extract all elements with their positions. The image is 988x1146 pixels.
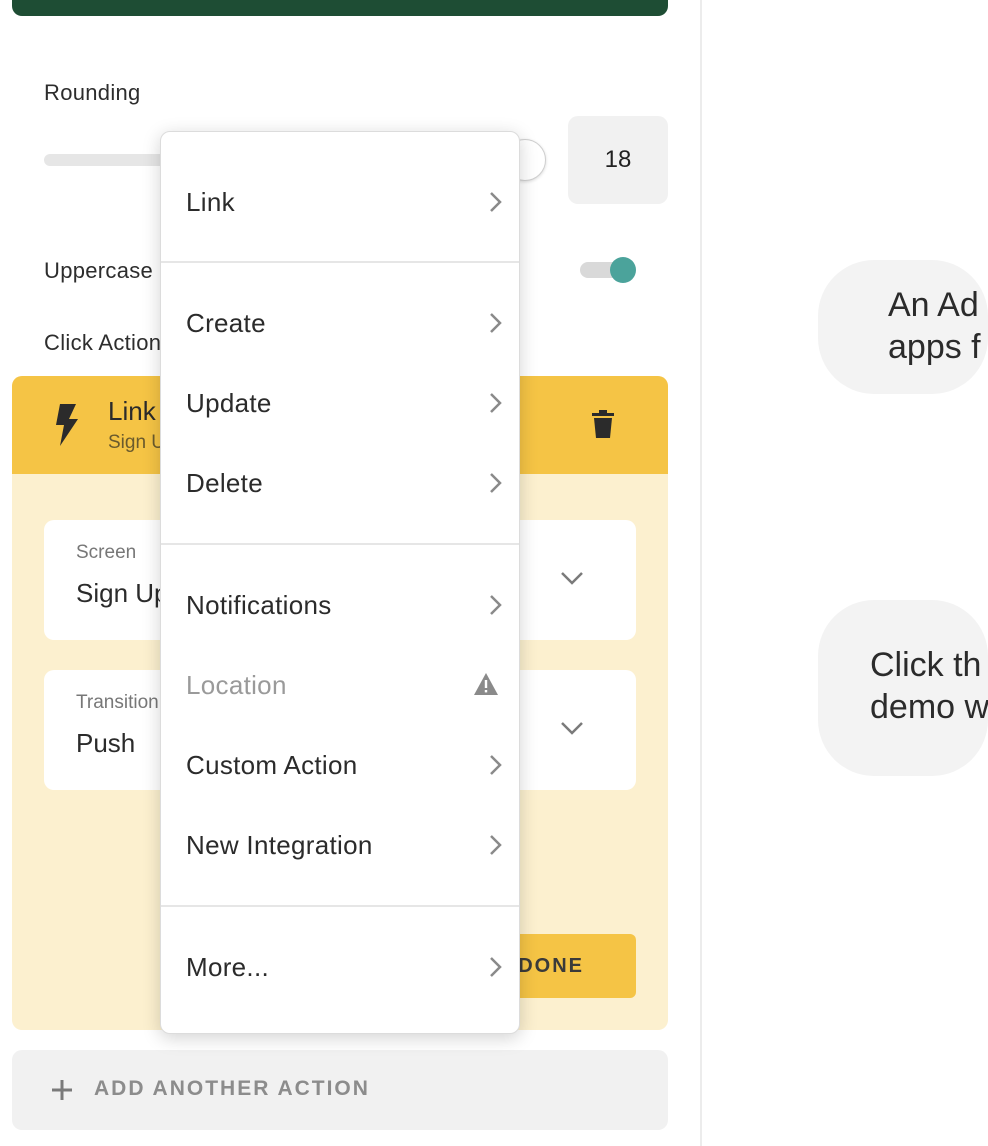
menu-item-label: More... <box>186 952 270 982</box>
menu-item-update[interactable]: Update <box>161 373 519 433</box>
warning-icon <box>474 673 498 695</box>
uppercase-toggle-knob[interactable] <box>610 257 636 283</box>
tooltip-line-1: An Ad <box>888 286 979 324</box>
add-another-action-button[interactable]: ADD ANOTHER ACTION <box>12 1050 668 1130</box>
tooltip-line-1: Click th <box>870 646 982 684</box>
tooltip-line-2: demo w <box>870 688 988 726</box>
click-actions-label: Click Actions <box>44 330 173 355</box>
trash-icon[interactable] <box>592 410 614 438</box>
menu-item-label: Update <box>186 388 272 418</box>
menu-item-custom-action[interactable]: Custom Action <box>161 735 519 795</box>
chevron-right-icon <box>490 192 502 212</box>
rounding-value-input[interactable]: 18 <box>568 116 668 204</box>
chevron-right-icon <box>490 473 502 493</box>
add-another-action-label: ADD ANOTHER ACTION <box>94 1077 370 1100</box>
panel-divider <box>700 0 702 1146</box>
lightning-bolt-icon <box>56 404 78 446</box>
menu-item-location[interactable]: Location <box>161 655 519 715</box>
menu-divider <box>161 261 519 263</box>
tooltip-line-2: apps f <box>888 328 981 366</box>
rounding-label: Rounding <box>44 80 141 105</box>
menu-item-label: Custom Action <box>186 750 358 780</box>
chevron-right-icon <box>490 755 502 775</box>
tooltip-bubble: Click th demo w <box>818 600 988 776</box>
uppercase-label: Uppercase <box>44 258 154 283</box>
action-title: Link <box>108 396 156 426</box>
screen-field-value: Sign Up <box>76 578 169 608</box>
chevron-right-icon <box>490 835 502 855</box>
menu-item-link[interactable]: Link <box>161 172 519 232</box>
menu-item-delete[interactable]: Delete <box>161 453 519 513</box>
chevron-down-icon <box>561 722 583 735</box>
primary-button-bottom-edge[interactable] <box>12 0 668 16</box>
menu-item-create[interactable]: Create <box>161 293 519 353</box>
action-type-menu: Link Create Update Delete Notifications … <box>160 131 520 1034</box>
menu-item-label: Delete <box>186 468 263 498</box>
menu-item-label: Location <box>186 670 287 700</box>
transition-field-value: Push <box>76 728 136 758</box>
chevron-right-icon <box>490 393 502 413</box>
menu-item-label: Create <box>186 308 266 338</box>
menu-item-label: Link <box>186 187 235 217</box>
menu-item-label: Notifications <box>186 590 332 620</box>
menu-item-new-integration[interactable]: New Integration <box>161 815 519 875</box>
tooltip-bubble: An Ad apps f <box>818 260 988 394</box>
chevron-right-icon <box>490 595 502 615</box>
chevron-right-icon <box>490 313 502 333</box>
transition-field-label: Transition <box>76 692 159 713</box>
menu-item-more[interactable]: More... <box>161 937 519 997</box>
screen-field-label: Screen <box>76 542 137 563</box>
menu-divider <box>161 543 519 545</box>
menu-item-notifications[interactable]: Notifications <box>161 575 519 635</box>
chevron-right-icon <box>490 957 502 977</box>
menu-divider <box>161 905 519 907</box>
menu-item-label: New Integration <box>186 830 373 860</box>
chevron-down-icon <box>561 572 583 585</box>
plus-icon <box>52 1080 72 1100</box>
